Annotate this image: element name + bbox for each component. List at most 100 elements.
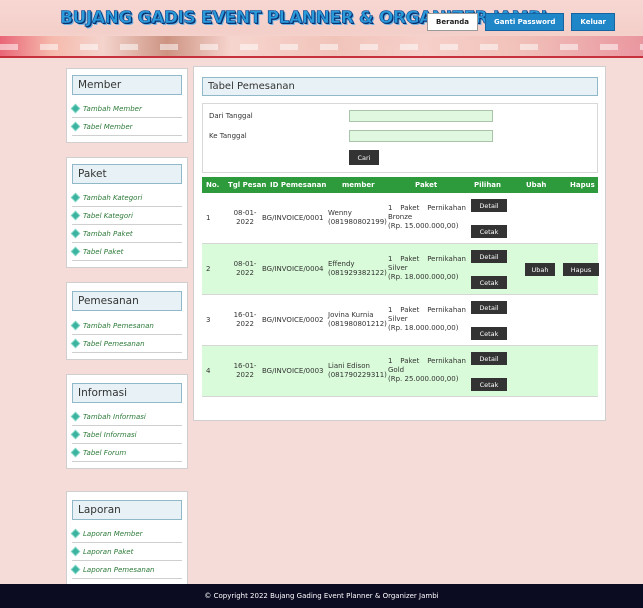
tgl-line-2: 2022 — [236, 320, 254, 328]
paket-type: Pernikahan — [427, 306, 466, 314]
sidebar-item-tabel-pemesanan[interactable]: Tabel Pemesanan — [72, 335, 182, 353]
dari-tanggal-label: Dari Tanggal — [209, 112, 253, 120]
table-row: 2 08-01- 2022 BG/INVOICE/0004 Effendy (081… — [202, 244, 599, 295]
tgl-line-2: 2022 — [236, 371, 254, 379]
paket-price: (Rp. 18.000.000,00) — [388, 273, 459, 281]
member-phone: (081929382122) — [328, 269, 387, 277]
row-no: 4 — [206, 367, 211, 375]
paket-line: 1 Paket Pernikahan — [388, 204, 466, 213]
ganti-password-button[interactable]: Ganti Password — [485, 13, 565, 31]
sidebar-item-label: Tambah Paket — [83, 229, 133, 238]
row-member: Wenny (081980802199) — [328, 209, 387, 227]
header-decoration — [0, 36, 643, 58]
ubah-button[interactable]: Ubah — [525, 263, 555, 276]
page-title: Tabel Pemesanan — [202, 77, 598, 96]
dari-tanggal-input[interactable] — [349, 110, 493, 122]
diamond-bullet-icon — [72, 194, 80, 202]
row-member: Effendy (081929382122) — [328, 260, 387, 278]
row-paket: 1 Paket Pernikahan Bronze (Rp. 15.000.000,… — [388, 204, 466, 231]
table-row: 3 16-01- 2022 BG/INVOICE/0002 Jovina Kurn… — [202, 295, 598, 346]
detail-button[interactable]: Detail — [471, 301, 507, 314]
row-paket: 1 Paket Pernikahan Silver (Rp. 18.000.000,… — [388, 306, 466, 333]
member-phone: (081790229311) — [328, 371, 387, 379]
sidebar-item-tambah-member[interactable]: Tambah Member — [72, 100, 182, 118]
cetak-button[interactable]: Cetak — [471, 378, 507, 391]
sidebar-item-tabel-paket[interactable]: Tabel Paket — [72, 243, 182, 261]
diamond-bullet-icon — [72, 449, 80, 457]
paket-price: (Rp. 25.000.000,00) — [388, 375, 459, 383]
detail-button[interactable]: Detail — [471, 352, 507, 365]
tgl-line-1: 16-01- — [233, 362, 257, 370]
sidebar: Member Tambah Member Tabel Member Paket … — [66, 68, 188, 600]
sidebar-item-tambah-informasi[interactable]: Tambah Informasi — [72, 408, 182, 426]
member-name: Effendy — [328, 260, 355, 268]
sidebar-item-laporan-pemesanan[interactable]: Laporan Pemesanan — [72, 561, 182, 579]
paket-tier: Silver — [388, 264, 408, 272]
row-id-pemesanan: BG/INVOICE/0001 — [262, 214, 324, 222]
sidebar-item-laporan-member[interactable]: Laporan Member — [72, 525, 182, 543]
sidebar-item-laporan-paket[interactable]: Laporan Paket — [72, 543, 182, 561]
sidebar-item-tabel-kategori[interactable]: Tabel Kategori — [72, 207, 182, 225]
paket-line: 1 Paket Pernikahan — [388, 255, 466, 264]
cetak-button[interactable]: Cetak — [471, 276, 507, 289]
paket-qty: 1 — [388, 357, 393, 365]
ke-tanggal-input[interactable] — [349, 130, 493, 142]
row-paket: 1 Paket Pernikahan Silver (Rp. 18.000.000,… — [388, 255, 466, 282]
diamond-bullet-icon — [72, 340, 80, 348]
detail-button[interactable]: Detail — [471, 250, 507, 263]
sidebar-item-label: Tabel Paket — [83, 247, 124, 256]
sidebar-section-laporan: Laporan Laporan Member Laporan Paket Lap… — [66, 491, 188, 586]
sidebar-item-label: Tabel Pemesanan — [83, 339, 145, 348]
tgl-line-1: 08-01- — [233, 209, 257, 217]
paket-price: (Rp. 15.000.000,00) — [388, 222, 459, 230]
diamond-bullet-icon — [72, 548, 80, 556]
paket-line: 1 Paket Pernikahan — [388, 306, 466, 315]
sidebar-item-label: Tabel Member — [83, 122, 133, 131]
sidebar-section-paket: Paket Tambah Kategori Tabel Kategori Tam… — [66, 157, 188, 268]
sidebar-item-tambah-pemesanan[interactable]: Tambah Pemesanan — [72, 317, 182, 335]
header-id-pemesanan: ID Pemesanan — [270, 181, 327, 189]
keluar-button[interactable]: Keluar — [571, 13, 615, 31]
row-id-pemesanan: BG/INVOICE/0002 — [262, 316, 324, 324]
sidebar-item-tabel-informasi[interactable]: Tabel Informasi — [72, 426, 182, 444]
sidebar-title-informasi: Informasi — [72, 383, 182, 403]
paket-tier: Gold — [388, 366, 405, 374]
diamond-bullet-icon — [72, 322, 80, 330]
hapus-button[interactable]: Hapus — [563, 263, 599, 276]
pemesanan-table: No. Tgl Pesan ID Pemesanan member Paket … — [202, 177, 599, 397]
header-hapus: Hapus — [570, 181, 595, 189]
sidebar-section-informasi: Informasi Tambah Informasi Tabel Informa… — [66, 374, 188, 469]
cetak-button[interactable]: Cetak — [471, 225, 507, 238]
row-paket: 1 Paket Pernikahan Gold (Rp. 25.000.000,00… — [388, 357, 466, 384]
sidebar-item-tambah-kategori[interactable]: Tambah Kategori — [72, 189, 182, 207]
sidebar-title-paket: Paket — [72, 164, 182, 184]
paket-qty: 1 — [388, 204, 393, 212]
paket-word: Paket — [400, 357, 420, 365]
diamond-bullet-icon — [72, 230, 80, 238]
sidebar-item-tabel-member[interactable]: Tabel Member — [72, 118, 182, 136]
diamond-bullet-icon — [72, 105, 80, 113]
sidebar-section-member: Member Tambah Member Tabel Member — [66, 68, 188, 143]
sidebar-item-tambah-paket[interactable]: Tambah Paket — [72, 225, 182, 243]
beranda-button[interactable]: Beranda — [427, 13, 479, 31]
detail-button[interactable]: Detail — [471, 199, 507, 212]
sidebar-item-tabel-forum[interactable]: Tabel Forum — [72, 444, 182, 462]
row-member: Jovina Kurnia (081980801212) — [328, 311, 387, 329]
row-tgl-pesan: 16-01- 2022 — [232, 362, 258, 380]
member-name: Liani Edison — [328, 362, 370, 370]
date-filter-form: Dari Tanggal Ke Tanggal Cari — [202, 103, 598, 173]
tgl-line-1: 16-01- — [233, 311, 257, 319]
row-tgl-pesan: 08-01- 2022 — [232, 209, 258, 227]
paket-tier: Bronze — [388, 213, 413, 221]
sidebar-title-pemesanan: Pemesanan — [72, 291, 182, 311]
site-header: BUJANG GADIS EVENT PLANNER & ORGANIZER J… — [0, 0, 643, 58]
cari-button[interactable]: Cari — [349, 150, 379, 165]
row-tgl-pesan: 08-01- 2022 — [232, 260, 258, 278]
row-id-pemesanan: BG/INVOICE/0003 — [262, 367, 324, 375]
diamond-bullet-icon — [72, 248, 80, 256]
row-id-pemesanan: BG/INVOICE/0004 — [262, 265, 324, 273]
member-name: Wenny — [328, 209, 352, 217]
sidebar-item-label: Tambah Member — [83, 104, 142, 113]
sidebar-item-label: Laporan Member — [83, 529, 143, 538]
cetak-button[interactable]: Cetak — [471, 327, 507, 340]
